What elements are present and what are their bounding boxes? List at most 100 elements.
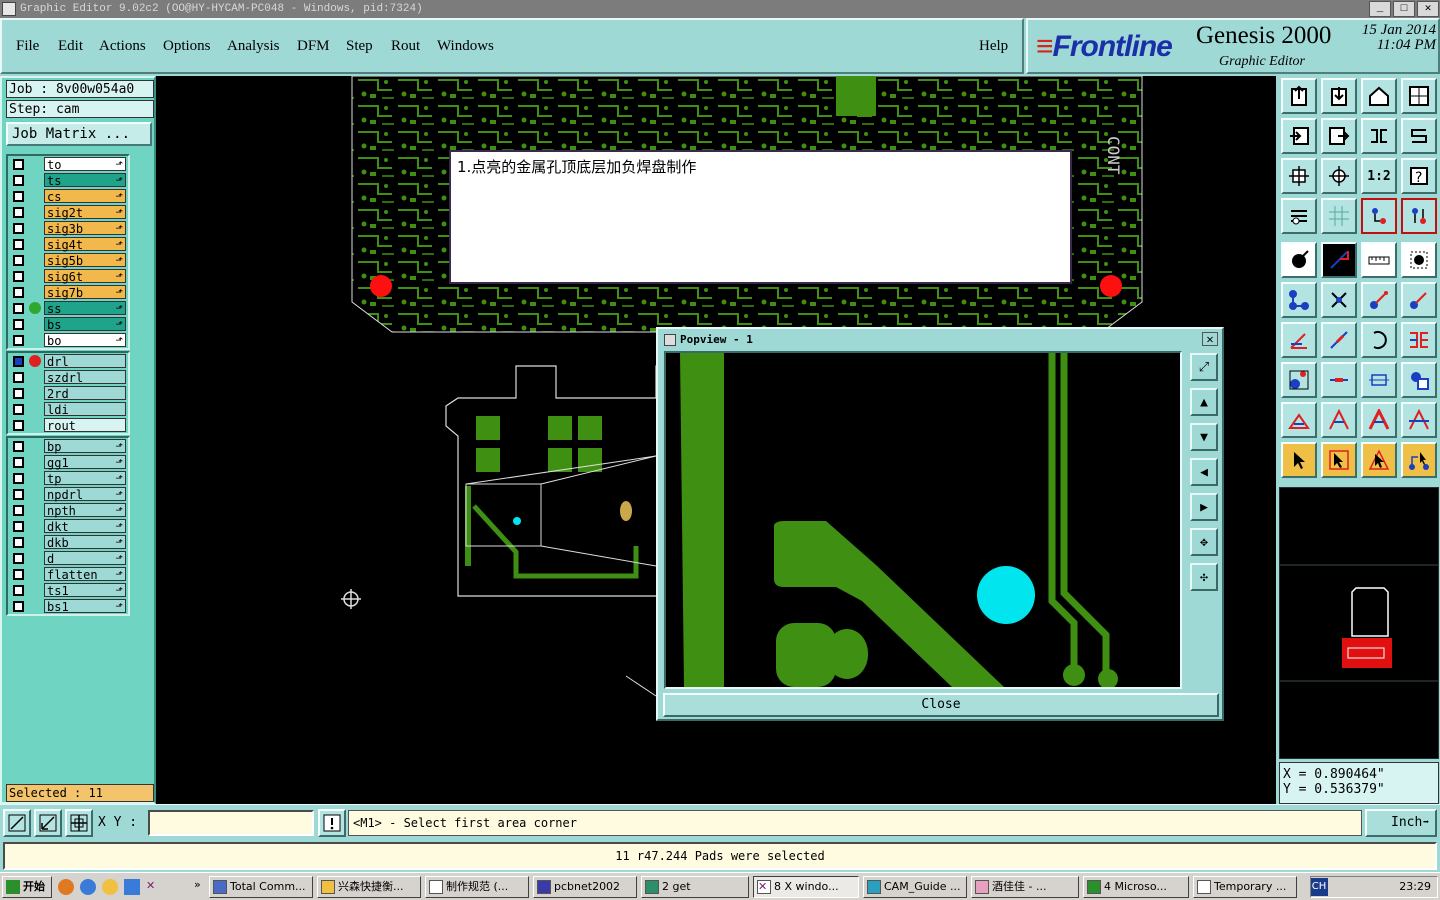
triangle-a-icon[interactable]	[1321, 402, 1357, 438]
layer-row[interactable]: gg1 ⬏	[8, 454, 128, 470]
task-pcbnet[interactable]: pcbnet2002	[533, 876, 637, 898]
close-window-button[interactable]: ✕	[1417, 1, 1439, 17]
layer-row[interactable]: dkb ⬏	[8, 534, 128, 550]
layer-name[interactable]: to ⬏	[44, 157, 126, 172]
quicklaunch-icon-3[interactable]	[102, 879, 118, 895]
layer-checkbox[interactable]	[13, 569, 24, 580]
select-pointer-icon[interactable]	[1281, 442, 1317, 478]
layer-name[interactable]: dkb ⬏	[44, 535, 126, 550]
layer-row[interactable]: tp ⬏	[8, 470, 128, 486]
layer-checkbox[interactable]	[13, 207, 24, 218]
quicklaunch-icon-1[interactable]	[58, 879, 74, 895]
taskbar-overflow-icon[interactable]: »	[194, 878, 201, 891]
scale-1-2-icon[interactable]: 1:2	[1361, 158, 1397, 194]
layer-checkbox[interactable]	[13, 335, 24, 346]
layer-checkbox[interactable]	[13, 505, 24, 516]
layer-name[interactable]: bo ⬏	[44, 333, 126, 348]
layer-checkbox[interactable]	[13, 420, 24, 431]
alert-icon[interactable]	[318, 809, 346, 837]
layer-checkbox[interactable]	[13, 441, 24, 452]
layer-row[interactable]: rout	[8, 417, 128, 433]
layer-name[interactable]: rout	[44, 418, 126, 433]
home-icon[interactable]	[1361, 78, 1397, 114]
help-icon[interactable]: ?	[1401, 158, 1437, 194]
layer-name[interactable]: gg1 ⬏	[44, 455, 126, 470]
measure-box-icon[interactable]	[34, 809, 62, 837]
layer-row[interactable]: ldi	[8, 401, 128, 417]
start-button[interactable]: 开始	[2, 876, 52, 898]
ruler-icon[interactable]	[1361, 242, 1397, 278]
layer-row[interactable]: ts1 ⬏	[8, 582, 128, 598]
add-feature-icon[interactable]	[1281, 242, 1317, 278]
x-server-icon[interactable]: ✕	[146, 879, 162, 895]
layer-name[interactable]: dkt ⬏	[44, 519, 126, 534]
menu-actions[interactable]: Actions	[99, 38, 146, 55]
layer-checkbox[interactable]	[13, 553, 24, 564]
window-layout-icon[interactable]	[1401, 78, 1437, 114]
layer-row[interactable]: sig7b ⬏	[8, 284, 128, 300]
select-area-icon[interactable]	[1401, 242, 1437, 278]
settings-icon[interactable]	[1281, 198, 1317, 234]
layer-row[interactable]: sig2t ⬏	[8, 204, 128, 220]
layer-checkbox[interactable]	[13, 271, 24, 282]
measure-icon[interactable]	[1321, 242, 1357, 278]
minimap[interactable]	[1279, 487, 1439, 759]
layer-row[interactable]: drl	[8, 353, 128, 369]
layer-checkbox[interactable]	[13, 489, 24, 500]
import-icon[interactable]	[1281, 118, 1317, 154]
layer-row[interactable]: bs ⬏	[8, 316, 128, 332]
layer-name[interactable]: 2rd	[44, 386, 126, 401]
layer-row[interactable]: sig4t ⬏	[8, 236, 128, 252]
layer-row[interactable]: sig5b ⬏	[8, 252, 128, 268]
layer-name[interactable]: sig3b ⬏	[44, 221, 126, 236]
mirror-icon[interactable]	[1361, 118, 1397, 154]
layer-name[interactable]: sig5b ⬏	[44, 253, 126, 268]
net-compare-icon[interactable]	[1401, 198, 1437, 234]
layer-checkbox[interactable]	[13, 537, 24, 548]
split-icon[interactable]	[1401, 322, 1437, 358]
grid-icon[interactable]	[1321, 198, 1357, 234]
layer-checkbox[interactable]	[13, 191, 24, 202]
taskbar-clock[interactable]: 23:29	[1399, 880, 1431, 893]
zoom-box-icon[interactable]	[3, 809, 31, 837]
layer-name[interactable]: npdrl ⬏	[44, 487, 126, 502]
triangle-rotate-icon[interactable]	[1281, 402, 1317, 438]
job-matrix-button[interactable]: Job Matrix ...	[6, 122, 152, 146]
resize-icon[interactable]	[1361, 362, 1397, 398]
menu-rout[interactable]: Rout	[391, 38, 420, 55]
layer-checkbox[interactable]	[13, 255, 24, 266]
layer-row[interactable]: szdrl	[8, 369, 128, 385]
layer-checkbox[interactable]	[13, 356, 24, 367]
layer-name[interactable]: ts1 ⬏	[44, 583, 126, 598]
layer-name[interactable]: d ⬏	[44, 551, 126, 566]
layer-row[interactable]: 2rd	[8, 385, 128, 401]
layer-name[interactable]: bs1 ⬏	[44, 599, 126, 614]
menu-windows[interactable]: Windows	[437, 38, 494, 55]
task-temporary[interactable]: Temporary ...	[1193, 876, 1297, 898]
layer-name[interactable]: cs ⬏	[44, 189, 126, 204]
line-angle-icon[interactable]	[1281, 322, 1317, 358]
delete-feature-icon[interactable]	[1321, 282, 1357, 318]
unit-selector[interactable]: Inch ➡	[1365, 809, 1437, 837]
layer-name[interactable]: sig6t ⬏	[44, 269, 126, 284]
popview-pan-left-button[interactable]: ◀	[1190, 458, 1218, 486]
layer-name[interactable]: bp ⬏	[44, 439, 126, 454]
layer-row[interactable]: dkt ⬏	[8, 518, 128, 534]
copy-feature-icon[interactable]	[1401, 282, 1437, 318]
layer-name[interactable]: bs ⬏	[44, 317, 126, 332]
menu-options[interactable]: Options	[163, 38, 211, 55]
layer-checkbox[interactable]	[13, 239, 24, 250]
pad-snap-icon[interactable]	[1281, 362, 1317, 398]
popview-close-button[interactable]: Close	[663, 693, 1219, 717]
popview-pan-right-button[interactable]: ▶	[1190, 493, 1218, 521]
menu-dfm[interactable]: DFM	[297, 38, 330, 55]
triangle-b-icon[interactable]	[1361, 402, 1397, 438]
layer-checkbox[interactable]	[13, 175, 24, 186]
layer-row[interactable]: npth ⬏	[8, 502, 128, 518]
layer-row[interactable]: to ⬏	[8, 156, 128, 172]
layer-checkbox[interactable]	[13, 303, 24, 314]
layer-checkbox[interactable]	[13, 287, 24, 298]
xy-input[interactable]	[148, 810, 314, 836]
layer-checkbox[interactable]	[13, 223, 24, 234]
snap-grid-icon[interactable]	[65, 809, 93, 837]
